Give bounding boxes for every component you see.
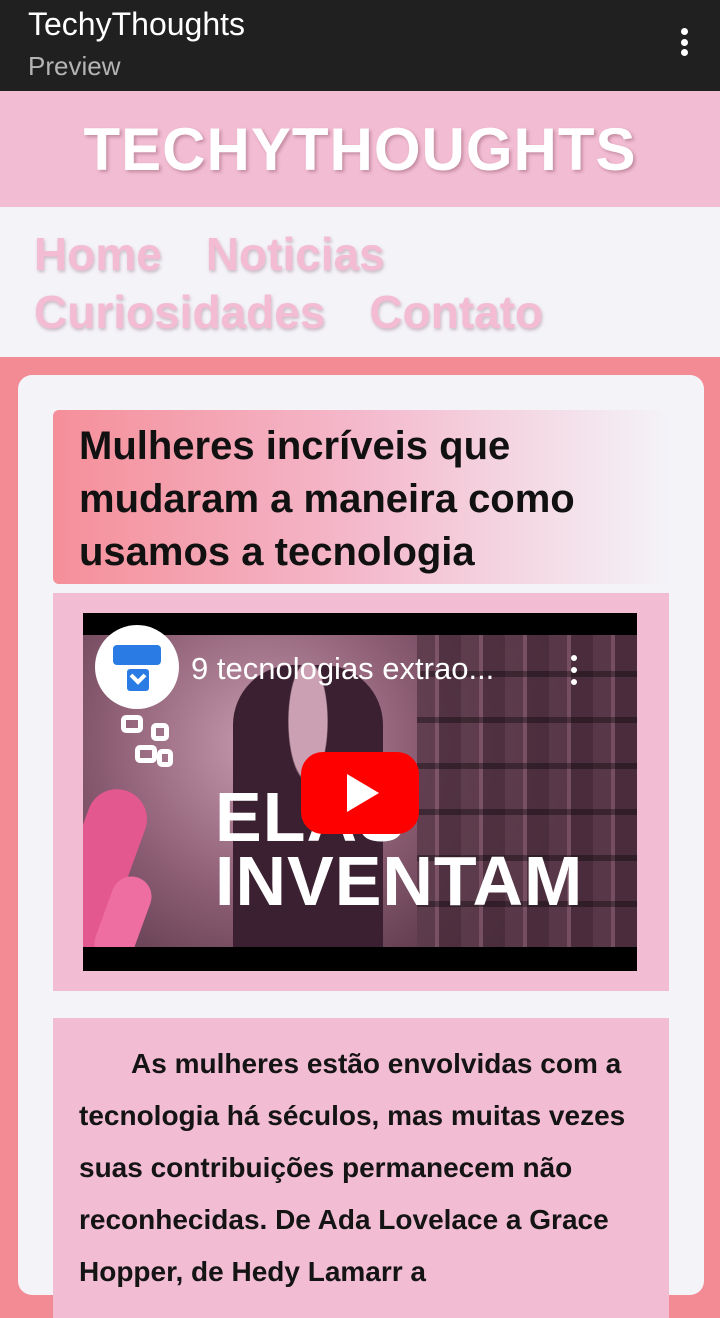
nav-link-home[interactable]: Home (34, 227, 162, 281)
article-title: Mulheres incríveis que mudaram a maneira… (79, 424, 575, 574)
youtube-video-embed[interactable]: ELAS INVENTAM 9 tecnologias extrao... (83, 613, 637, 971)
squares-logo-icon (121, 715, 191, 795)
nav-link-contato[interactable]: Contato (369, 285, 543, 339)
nav-row: Curiosidades Contato (34, 283, 686, 341)
nav-link-curiosidades[interactable]: Curiosidades (34, 285, 325, 339)
youtube-play-icon[interactable] (301, 752, 419, 834)
site-nav: Home Noticias Curiosidades Contato (0, 207, 720, 357)
menu-dot (680, 28, 688, 35)
channel-avatar[interactable] (95, 625, 179, 709)
menu-dot (680, 38, 688, 46)
app-bar: TechyThoughts Preview (0, 0, 720, 91)
article-title-box: Mulheres incríveis que mudaram a maneira… (53, 410, 669, 584)
site-title: TECHYTHOUGHTS (83, 115, 637, 183)
video-container: ELAS INVENTAM 9 tecnologias extrao... (53, 593, 669, 991)
overlay-line: INVENTAM (215, 842, 584, 920)
app-bar-subtitle: Preview (28, 51, 121, 81)
channel-logo-icon (113, 645, 161, 691)
article-card: Mulheres incríveis que mudaram a maneira… (18, 375, 704, 1318)
nav-link-noticias[interactable]: Noticias (206, 227, 385, 281)
video-title[interactable]: 9 tecnologias extrao... (191, 651, 494, 687)
app-bar-title: TechyThoughts (28, 6, 246, 42)
nav-row: Home Noticias (34, 225, 686, 283)
play-triangle (347, 774, 379, 812)
article-body-box: As mulheres estão envolvidas com a tecno… (53, 1018, 669, 1318)
menu-dot (680, 49, 688, 56)
article-body: As mulheres estão envolvidas com a tecno… (79, 1048, 626, 1287)
site-header: TECHYTHOUGHTS (0, 91, 720, 207)
more-vert-icon[interactable] (672, 22, 696, 62)
video-more-icon[interactable] (569, 655, 579, 685)
